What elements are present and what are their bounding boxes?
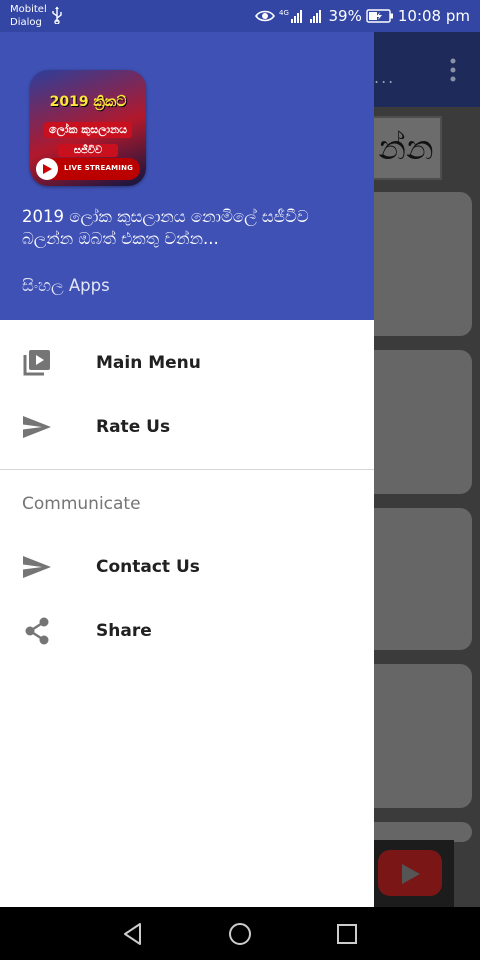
status-bar: Mobitel Dialog 4G 39% 10:08 pm bbox=[0, 0, 480, 32]
app-name: 2019 ලෝක කුසලානය නොමිලේ සජීවීව බලන්න ඔබත… bbox=[22, 207, 309, 248]
menu-item-label: Rate Us bbox=[96, 417, 171, 437]
menu-item-main-menu[interactable]: Main Menu bbox=[0, 331, 374, 395]
carrier-line-2: Dialog bbox=[10, 17, 42, 28]
menu-item-label: Contact Us bbox=[96, 557, 200, 577]
live-streaming-label: LIVE STREAMING bbox=[64, 164, 134, 172]
send-icon bbox=[23, 556, 51, 578]
overflow-menu-icon bbox=[450, 58, 456, 82]
carrier-label: Mobitel Dialog bbox=[10, 3, 47, 29]
carrier-line-1: Mobitel bbox=[10, 4, 47, 15]
usb-icon bbox=[52, 6, 62, 24]
background-toolbar-title: ... bbox=[374, 68, 396, 87]
section-header-communicate: Communicate bbox=[22, 494, 141, 514]
logo-text-line-2: ලෝක කුසලානය bbox=[44, 122, 132, 138]
signal-4g-icon: 4G bbox=[279, 9, 302, 23]
system-navigation-bar bbox=[0, 907, 480, 960]
battery-percent: 39% bbox=[328, 7, 362, 25]
logo-text-line-3: සජීවිව bbox=[58, 144, 118, 157]
play-icon bbox=[43, 164, 52, 174]
signal-icon bbox=[309, 10, 321, 23]
menu-item-label: Share bbox=[96, 621, 152, 641]
svg-text:4G: 4G bbox=[279, 9, 289, 17]
menu-item-rate-us[interactable]: Rate Us bbox=[0, 395, 374, 459]
live-streaming-badge: LIVE STREAMING bbox=[36, 158, 140, 180]
app-logo: 2019 ක්‍රිකට් ලෝක කුසලානය සජීවිව LIVE ST… bbox=[30, 70, 146, 186]
status-icons: 4G 39% 10:08 pm bbox=[254, 0, 470, 32]
menu-item-contact-us[interactable]: Contact Us bbox=[0, 535, 374, 599]
send-icon bbox=[23, 416, 51, 438]
recents-icon[interactable] bbox=[334, 921, 360, 947]
play-icon bbox=[402, 864, 420, 884]
drawer-header: 2019 ක්‍රිකට් ලෝක කුසලානය සජීවිව LIVE ST… bbox=[0, 32, 374, 320]
video-library-icon bbox=[23, 350, 50, 376]
menu-item-label: Main Menu bbox=[96, 353, 201, 373]
logo-text-line-1: 2019 ක්‍රිකට් bbox=[49, 94, 127, 110]
share-icon bbox=[25, 617, 49, 645]
clock: 10:08 pm bbox=[397, 7, 470, 25]
battery-charging-icon bbox=[366, 9, 393, 23]
navigation-drawer: 2019 ක්‍රිකට් ලෝක කුසලානය සජීවිව LIVE ST… bbox=[0, 32, 374, 907]
back-icon[interactable] bbox=[120, 921, 146, 947]
eye-comfort-icon bbox=[254, 10, 275, 22]
menu-item-share[interactable]: Share bbox=[0, 599, 374, 663]
home-icon[interactable] bbox=[227, 921, 253, 947]
developer-name: සිංහල Apps bbox=[22, 276, 110, 295]
divider bbox=[0, 469, 374, 470]
